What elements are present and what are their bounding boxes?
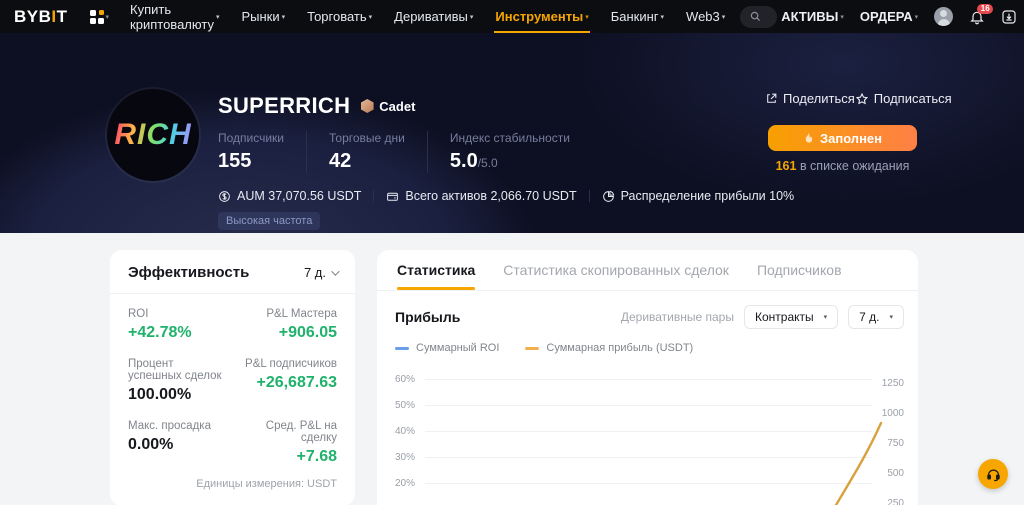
nav-item-banking[interactable]: Банкинг ▾ (600, 0, 675, 33)
dollar-circle-icon (219, 190, 230, 202)
chevron-down-icon: ▾ (469, 13, 474, 21)
headset-icon (986, 469, 1000, 481)
chevron-down-icon: ▾ (105, 13, 110, 21)
contracts-select[interactable]: Контракты ▾ (743, 305, 839, 329)
chevron-down-icon: ▾ (368, 13, 373, 21)
metric-master-pnl: P&L Мастера +906.05 (266, 308, 337, 341)
divider (110, 293, 355, 294)
strategy-tag: Высокая частота (218, 212, 321, 230)
apps-grid-icon (89, 9, 104, 24)
chevron-down-icon: ▾ (215, 13, 220, 21)
profile-button[interactable] (934, 7, 954, 26)
main-menu: Купить криптовалюту ▾ Рынки ▾ Торговать ▾ Д… (119, 0, 736, 33)
profit-chart[interactable]: 60% 50% 40% 30% 20% 1250 1000 750 500 25… (395, 367, 904, 505)
legend-profit[interactable]: Суммарная прибыль (USDT) (525, 342, 693, 354)
notifications-button[interactable]: 16 (969, 3, 994, 25)
coin-search[interactable] (740, 5, 778, 28)
legend-profit-swatch (525, 346, 540, 350)
metric-roi: ROI +42.78% (128, 308, 192, 341)
top-nav: BYB I T ▾ Купить криптовалюту ▾ Рынки ▾ Торг… (0, 0, 1024, 33)
share-button[interactable]: Поделиться (765, 91, 855, 106)
statistics-card: Статистика Статистика скопированных сдел… (377, 250, 918, 505)
chevron-down-icon: ▾ (660, 13, 665, 21)
profit-line-series (834, 421, 883, 505)
trader-avatar: RICH (107, 89, 199, 181)
nav-item-derivatives[interactable]: Деривативы ▾ (383, 0, 484, 33)
waitlist-note: 161 в списке ожидания (775, 159, 910, 173)
download-app-button[interactable] (1001, 9, 1017, 25)
star-icon (855, 92, 868, 104)
metric-max-drawdown: Макс. просадка 0.00% (128, 420, 211, 453)
chevron-down-icon (331, 266, 340, 276)
chevron-down-icon: ▾ (281, 13, 286, 21)
bybit-logo[interactable]: BYB I T (14, 7, 68, 27)
apps-menu-button[interactable]: ▾ (86, 9, 110, 24)
divider (373, 190, 375, 202)
legend-roi-swatch (395, 346, 409, 350)
notification-badge: 16 (977, 3, 994, 15)
share-icon (767, 93, 777, 103)
chart-period-select[interactable]: 7 д. ▾ (848, 305, 904, 329)
subscribe-button[interactable]: Подписаться (855, 91, 952, 106)
metric-followers-pnl: P&L подписчиков +26,687.63 (245, 358, 337, 391)
pairs-label: Деривативные пары (620, 310, 734, 324)
metric-win-rate: Процент успешных сделок 100.00% (128, 358, 222, 403)
nav-item-buy-crypto[interactable]: Купить криптовалюту ▾ (119, 0, 230, 33)
logo-text-2: T (56, 6, 68, 26)
trader-name: SUPERRICH (218, 93, 351, 118)
performance-period-select[interactable]: 7 д. (304, 265, 340, 280)
tab-statistics[interactable]: Статистика (397, 250, 476, 290)
medal-icon (360, 99, 374, 113)
tab-copied-trades[interactable]: Статистика скопированных сделок (503, 250, 729, 290)
trader-meta: AUM 37,070.56 USDT Всего активов 2,066.7… (218, 189, 794, 203)
copy-full-button[interactable]: Заполнен (768, 125, 917, 151)
total-assets-value: Всего активов 2,066.70 USDT (386, 189, 577, 203)
trader-level-badge: Cadet (360, 99, 415, 114)
aum-value: AUM 37,070.56 USDT (218, 189, 361, 203)
performance-title: Эффективность (128, 264, 250, 281)
chevron-down-icon: ▾ (823, 314, 828, 321)
nav-item-trade[interactable]: Торговать ▾ (296, 0, 383, 33)
stat-followers: Подписчики 155 (218, 131, 285, 172)
flame-icon (805, 132, 813, 143)
legend-roi[interactable]: Суммарный ROI (395, 342, 499, 354)
nav-item-tools[interactable]: Инструменты ▾ (484, 0, 599, 33)
support-chat-button[interactable] (978, 459, 1008, 489)
avatar-text: RICH (114, 118, 192, 151)
wallet-icon (387, 192, 399, 201)
profit-share-value: Распределение прибыли 10% (602, 189, 794, 203)
metrics-grid: ROI +42.78% P&L Мастера +906.05 Процент … (128, 308, 337, 466)
nav-item-markets[interactable]: Рынки ▾ (230, 0, 296, 33)
chevron-down-icon: ▾ (914, 13, 919, 21)
divider (588, 190, 590, 202)
trader-hero: RICH SUPERRICH Cadet Подписчики 155 Торг… (0, 33, 1024, 233)
statistics-tabs: Статистика Статистика скопированных сдел… (377, 250, 918, 291)
chart-legend: Суммарный ROI Суммарная прибыль (USDT) (395, 342, 904, 354)
chevron-down-icon: ▾ (721, 13, 726, 21)
avatar (934, 7, 954, 26)
performance-card: Эффективность 7 д. ROI +42.78% P&L Масте… (110, 250, 355, 505)
profit-section-title: Прибыль (395, 309, 461, 325)
stat-trading-days: Торговые дни 42 (306, 131, 427, 173)
trader-stats: Подписчики 155 Торговые дни 42 Индекс ст… (218, 131, 592, 173)
metric-avg-pnl: Сред. P&L на сделку +7.68 (265, 420, 337, 465)
download-icon (1002, 9, 1016, 24)
nav-item-web3[interactable]: Web3 ▾ (675, 0, 736, 33)
chevron-down-icon: ▾ (585, 13, 589, 21)
waitlist-count: 161 (775, 159, 797, 173)
chevron-down-icon: ▾ (889, 314, 893, 321)
tab-followers[interactable]: Подписчиков (757, 250, 842, 290)
pie-chart-icon (602, 190, 614, 202)
chevron-down-icon: ▾ (840, 13, 844, 21)
logo-text: BYB (14, 6, 52, 26)
stat-stability-index: Индекс стабильности 5.0/5.0 (426, 131, 592, 173)
orders-menu[interactable]: ОРДЕРА ▾ (860, 9, 918, 24)
assets-menu[interactable]: АКТИВЫ ▾ (781, 9, 844, 24)
search-icon (751, 11, 761, 22)
units-footnote: Единицы измерения: USDT (196, 478, 337, 490)
